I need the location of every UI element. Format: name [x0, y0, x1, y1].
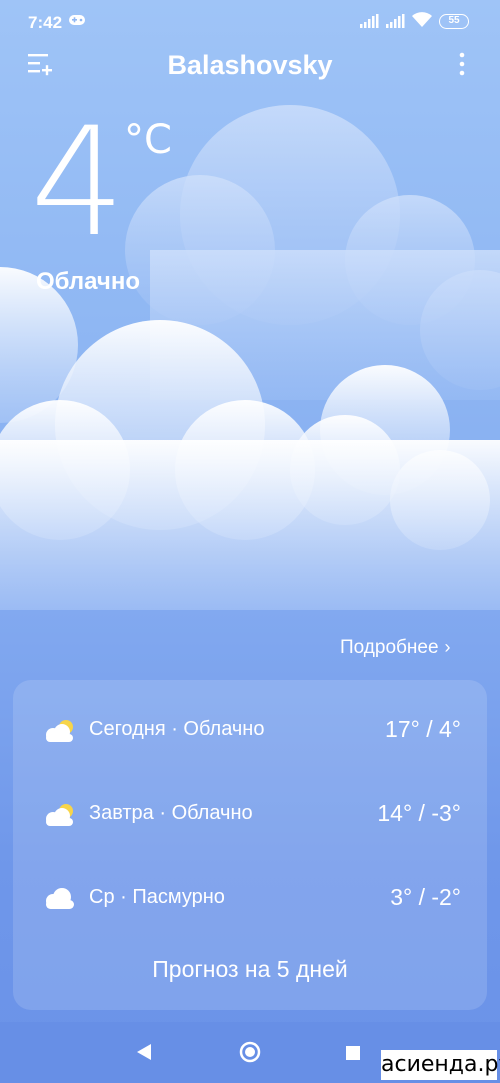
forecast-row-temps: 17° / 4° — [385, 716, 461, 742]
current-condition: Облачно — [36, 268, 140, 295]
forecast-row-label: Сегодня · Облачно — [89, 718, 265, 740]
battery-icon: 55 — [439, 14, 469, 29]
recent-apps-icon[interactable] — [346, 1046, 360, 1060]
temperature-unit: °C — [124, 117, 172, 163]
cloud-icon — [46, 888, 74, 909]
wifi-icon — [412, 12, 432, 27]
forecast-row-label: Ср · Пасмурно — [89, 886, 225, 908]
status-time: 7:42 — [28, 13, 63, 32]
gamepad-icon — [69, 15, 85, 25]
chevron-right-icon: › — [444, 637, 451, 657]
back-icon[interactable] — [136, 1043, 152, 1061]
current-temperature: 4 — [30, 96, 125, 270]
details-link-label: Подробнее — [340, 637, 439, 658]
watermark: асиенда.ру — [381, 1050, 500, 1080]
more-vertical-icon[interactable] — [458, 52, 466, 76]
partly-cloudy-icon — [46, 720, 73, 742]
forecast-row-temps: 14° / -3° — [377, 800, 461, 826]
details-link[interactable]: Подробнее › — [340, 637, 451, 659]
signal-icon — [386, 14, 405, 28]
forecast-row-temps: 3° / -2° — [390, 884, 461, 910]
forecast-row-tomorrow[interactable]: Завтра · Облачно 14° / -3° — [13, 794, 487, 834]
forecast-row-wednesday[interactable]: Ср · Пасмурно 3° / -2° — [13, 878, 487, 918]
five-day-forecast-button[interactable]: Прогноз на 5 дней — [13, 956, 487, 983]
signal-icon — [360, 14, 379, 28]
forecast-card: Сегодня · Облачно 17° / 4° Завтра · Обла… — [13, 680, 487, 1010]
partly-cloudy-icon — [46, 804, 73, 826]
forecast-row-today[interactable]: Сегодня · Облачно 17° / 4° — [13, 710, 487, 750]
home-icon[interactable] — [239, 1041, 261, 1063]
forecast-row-label: Завтра · Облачно — [89, 802, 253, 824]
status-bar: 7:42 55 — [0, 0, 500, 44]
city-title: Balashovsky — [167, 50, 333, 80]
header: Balashovsky — [0, 44, 500, 84]
